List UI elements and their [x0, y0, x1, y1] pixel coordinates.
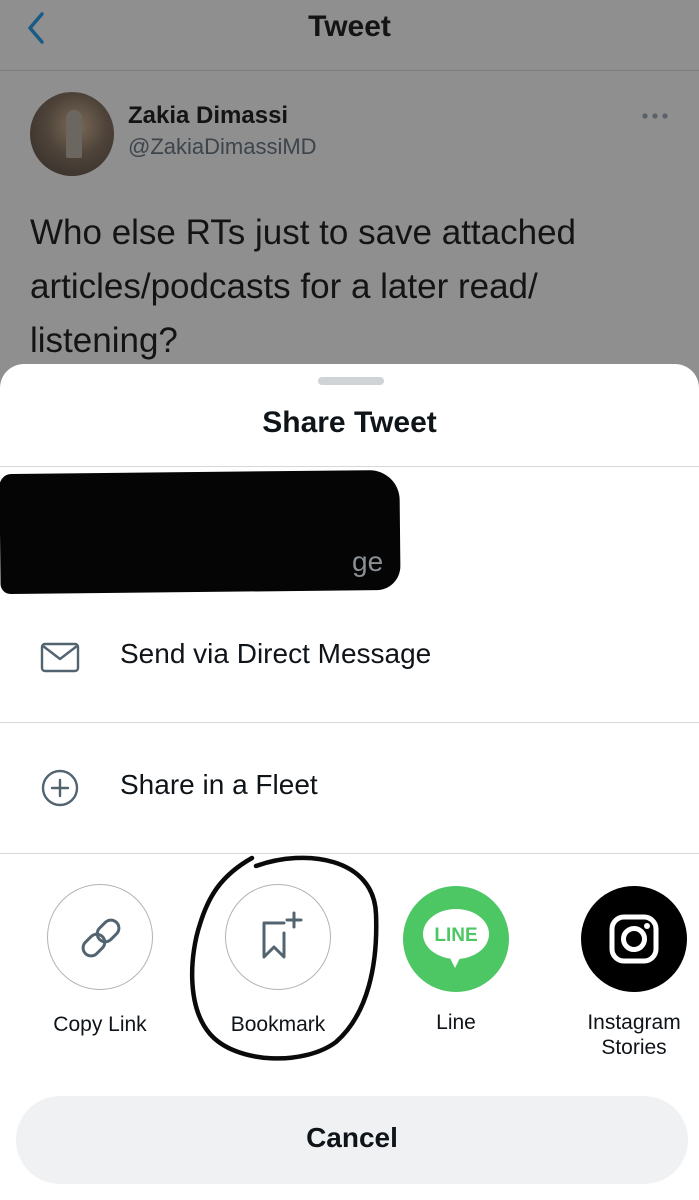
tweet-text: Who else RTs just to save attached artic… [30, 213, 577, 360]
page-title: Tweet [308, 10, 391, 43]
cancel-button[interactable]: Cancel [16, 1096, 688, 1184]
divider [0, 853, 699, 854]
link-icon [81, 918, 121, 958]
line-app-icon: LINE [423, 909, 489, 968]
share-sheet-title: Share Tweet [262, 406, 437, 439]
sheet-grabber-handle[interactable] [318, 377, 384, 385]
line-logo-text: LINE [434, 925, 477, 946]
line-app-circle: LINE [403, 886, 509, 992]
bookmark-add-icon [262, 911, 303, 959]
divider [0, 466, 699, 467]
share-sheet: Share Tweet ge Send via Direct Message S… [0, 364, 699, 1200]
redaction-scribble [0, 469, 401, 595]
mail-icon [40, 642, 80, 673]
bookmark-label: Bookmark [230, 1013, 326, 1036]
share-in-a-fleet-label: Share in a Fleet [120, 769, 318, 800]
share-in-a-fleet-row[interactable]: Share in a Fleet [0, 723, 699, 853]
instagram-stories-label-line2: Stories [601, 1036, 667, 1059]
instagram-circle [581, 886, 687, 992]
copy-link-circle [47, 884, 153, 990]
line-label: Line [436, 1011, 476, 1034]
bookmark-button[interactable]: Bookmark [208, 884, 348, 1037]
top-bar: Tweet [0, 0, 699, 71]
plus-circle-icon [41, 769, 79, 807]
send-via-direct-message-row[interactable]: Send via Direct Message [0, 592, 699, 722]
instagram-icon [609, 914, 659, 964]
redacted-text-fragment: ge [352, 546, 384, 577]
copy-link-label: Copy Link [53, 1013, 147, 1036]
line-share-button[interactable]: LINE Line [386, 886, 526, 1035]
instagram-stories-label: Instagram Stories [564, 1010, 699, 1060]
author-handle[interactable]: @ZakiaDimassiMD [128, 134, 317, 160]
avatar-photo-figure [66, 110, 82, 158]
instagram-stories-button[interactable]: Instagram Stories [564, 886, 699, 1060]
author-name[interactable]: Zakia Dimassi [128, 102, 288, 130]
cancel-label: Cancel [306, 1122, 398, 1153]
copy-link-button[interactable]: Copy Link [30, 884, 170, 1037]
avatar[interactable] [30, 92, 114, 176]
instagram-stories-label-line1: Instagram [587, 1011, 681, 1034]
send-via-direct-message-label: Send via Direct Message [120, 638, 432, 669]
more-options-icon[interactable] [640, 106, 670, 126]
bookmark-circle [225, 884, 331, 990]
